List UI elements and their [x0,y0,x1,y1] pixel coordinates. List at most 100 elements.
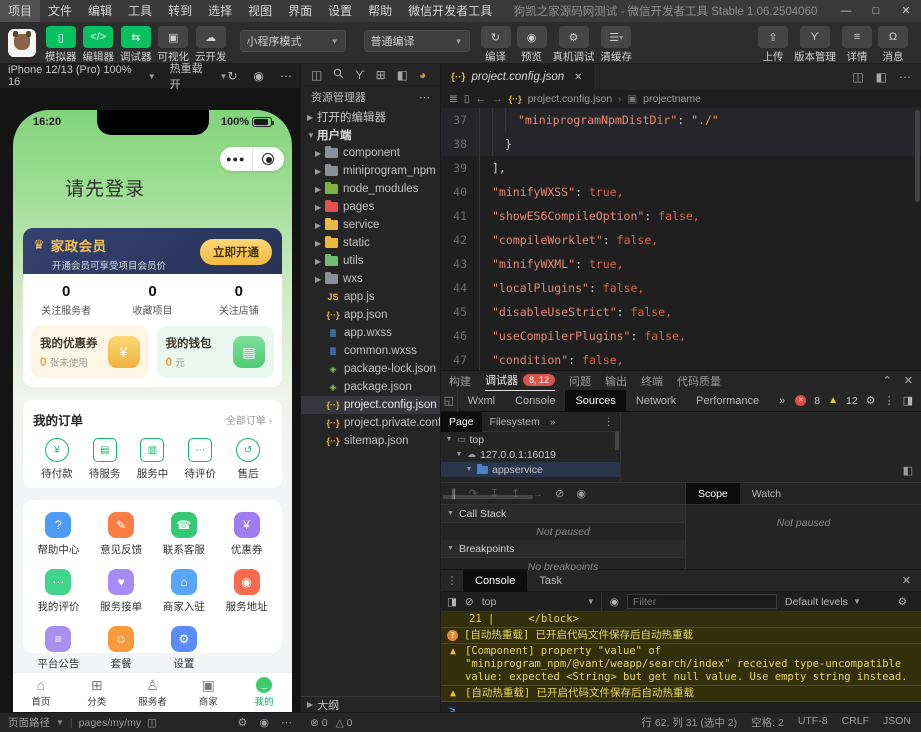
open-membership-button[interactable]: 立即开通 [200,239,272,265]
stat-收藏项目[interactable]: 0收藏项目 [109,283,195,317]
mode-button-调试器[interactable]: ⇆调试器 [120,26,152,64]
tree-item-package.json[interactable]: ◈package.json [301,378,440,396]
dock-side-icon[interactable]: ◨ [903,394,913,407]
service-我的评价[interactable]: ⋯我的评价 [27,569,90,614]
action-button-真机调试[interactable]: ⚙真机调试 [553,26,595,64]
close-tab-icon[interactable]: ✕ [574,72,582,83]
menu-转到[interactable]: 转到 [160,0,200,22]
section-open-editors[interactable]: ▶打开的编辑器 [301,108,440,126]
maximize-button[interactable]: □ [861,0,891,22]
error-count-icon[interactable]: ✕ [795,395,806,406]
scope-tab-Scope[interactable]: Scope [686,483,740,504]
panel-tab-输出[interactable]: 输出 [605,371,627,391]
tree-item-wxs[interactable]: ▶wxs [301,270,440,288]
action-button-清缓存[interactable]: ☰▾清缓存 [601,26,633,64]
context-select[interactable]: top▼ [482,592,602,612]
bug-icon[interactable]: ⚙ [238,716,248,729]
tree-item-static[interactable]: ▶static [301,234,440,252]
mode-button-云开发[interactable]: ☁云开发 [195,26,227,64]
hide-navigator-icon[interactable]: ◧ [903,464,913,477]
indent-setting[interactable]: 空格: 2 [751,715,784,730]
git-branch-icon[interactable]: ϒ [355,68,364,82]
screenshot-icon[interactable]: ◉ [254,69,264,83]
menu-帮助[interactable]: 帮助 [360,0,400,22]
user-avatar[interactable] [8,29,36,57]
tree-item-common.wxss[interactable]: ≣common.wxss [301,342,440,360]
pause-on-exceptions-icon[interactable]: ◉ [576,487,586,500]
eye-icon[interactable]: ◉ [610,596,619,608]
action-button-上传[interactable]: ⇧上传 [758,26,788,64]
tree-item-service[interactable]: ▶service [301,216,440,234]
sources-subtab-Page[interactable]: Page [441,412,482,432]
tree-item-pages[interactable]: ▶pages [301,198,440,216]
files-icon[interactable]: ◫ [311,68,322,82]
step-out-icon[interactable]: ↥ [511,487,520,500]
card-我的钱包[interactable]: 我的钱包0元▤ [157,326,275,378]
stat-关注店铺[interactable]: 0关注店铺 [196,283,282,317]
clear-console-icon[interactable]: ⊘ [465,596,474,608]
console-filter-input[interactable] [627,594,777,609]
call-stack-section[interactable]: ▼ Call Stack [441,505,685,523]
service-优惠券[interactable]: ¥优惠券 [215,512,278,557]
back-icon[interactable]: ← [476,93,487,105]
pause-icon[interactable]: ∥ [451,487,457,500]
extensions-icon[interactable]: ⊞ [376,68,386,82]
service-联系客服[interactable]: ☎联系客服 [153,512,216,557]
panel-tab-问题[interactable]: 问题 [569,371,591,391]
tree-item-node_modules[interactable]: ▶node_modules [301,180,440,198]
console-sidebar-icon[interactable]: ◨ [447,596,457,608]
console-tab-Task[interactable]: Task [527,570,574,592]
devtools-tab-Console[interactable]: Console [505,390,565,412]
order-待评价[interactable]: ⋯待评价 [176,438,224,481]
tree-item-package-lock.json[interactable]: ◈package-lock.json [301,360,440,378]
tab-服务者[interactable]: ♙服务者 [125,673,181,712]
tree-item-app.wxss[interactable]: ≣app.wxss [301,324,440,342]
tab-首页[interactable]: ⌂首页 [13,673,69,712]
menu-选择[interactable]: 选择 [200,0,240,22]
editor-scrollbar[interactable] [915,110,920,202]
console-tab-Console[interactable]: Console [463,570,527,592]
step-icon[interactable]: → [532,488,543,500]
devtools-tab-Sources[interactable]: Sources [565,390,625,412]
service-套餐[interactable]: ☺套餐 [90,626,153,671]
breadcrumb-node[interactable]: projectname [643,93,701,105]
menu-文件[interactable]: 文件 [40,0,80,22]
hot-reload-toggle[interactable]: 热重载 开▼ [170,60,228,92]
scrollbar[interactable] [615,432,619,450]
mode-button-可视化[interactable]: ▣可视化 [158,26,190,64]
editor-tab[interactable]: {··} project.config.json ✕ [441,64,594,90]
restart-icon[interactable]: ↻ [227,69,237,83]
eye-icon[interactable]: ◉ [259,716,269,729]
service-商家入驻[interactable]: ⌂商家入驻 [153,569,216,614]
tree-item-project.config.json[interactable]: {··}project.config.json [301,396,440,414]
menu-工具[interactable]: 工具 [120,0,160,22]
step-into-icon[interactable]: ↧ [490,487,499,500]
tree-item-miniprogram_npm[interactable]: ▶miniprogram_npm [301,162,440,180]
layout-icon[interactable]: ◧ [876,70,887,84]
settings-gear-icon[interactable]: ⚙ [866,394,876,407]
kebab-menu-icon[interactable]: ⋮ [884,394,895,407]
page-path-value[interactable]: pages/my/my [79,717,141,729]
forward-icon[interactable]: → [492,93,503,105]
collapse-icon[interactable]: ⌃ [883,374,892,387]
list-icon[interactable]: ≣ [449,93,458,105]
breadcrumb-file[interactable]: project.config.json [528,93,613,105]
log-levels-select[interactable]: Default levels▼ [785,596,861,608]
order-待付款[interactable]: ¥待付款 [33,438,81,481]
more-tabs-icon[interactable]: » [769,390,795,412]
action-button-详情[interactable]: ≡详情 [842,26,872,64]
kebab-menu-icon[interactable]: ⋮ [441,574,463,587]
tab-我的[interactable]: ‿我的 [236,673,292,712]
capsule-more-icon[interactable]: ●●● [220,147,253,171]
devtools-tab-Network[interactable]: Network [626,390,686,412]
service-意见反馈[interactable]: ✎意见反馈 [90,512,153,557]
compile-mode-select[interactable]: 普通编译▼ [364,30,470,52]
language-mode[interactable]: JSON [883,715,911,730]
mode-button-编辑器[interactable]: </>编辑器 [83,26,115,64]
panel-tab-构建[interactable]: 构建 [449,371,471,391]
page-path-label[interactable]: 页面路径 [8,715,50,730]
more-icon[interactable]: ⋯ [899,70,911,84]
service-平台公告[interactable]: ≡平台公告 [27,626,90,671]
service-帮助中心[interactable]: ?帮助中心 [27,512,90,557]
outline-section[interactable]: ▶ 大纲 [301,696,440,712]
